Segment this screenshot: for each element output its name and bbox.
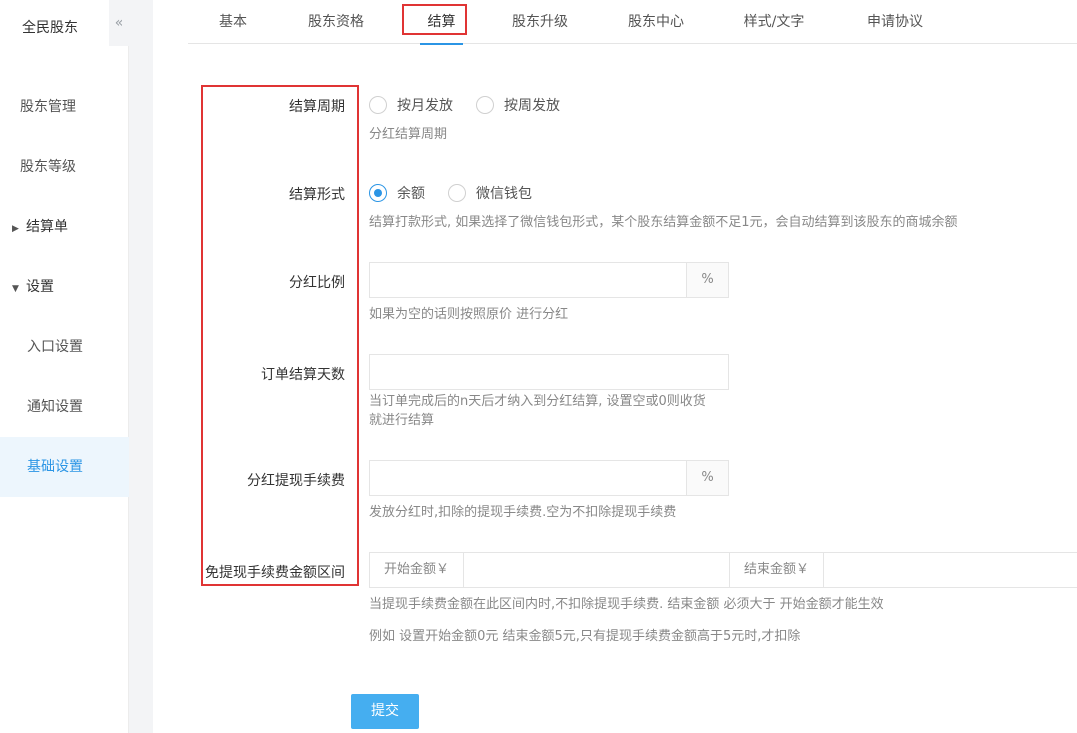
radio-label: 余额 — [397, 186, 425, 202]
radio-circle-icon — [448, 184, 466, 202]
sidebar: 全民股东 « 股东管理 股东等级 ▶ 结算单 ▼ 设置 入口设置 通知设置 基础设置 — [0, 0, 129, 733]
start-amount-addon: 开始金额￥ — [370, 553, 465, 587]
sidebar-item-notification-settings[interactable]: 通知设置 — [0, 377, 129, 437]
collapse-sidebar-icon[interactable]: « — [109, 0, 129, 46]
sidebar-item-label: 结算单 — [26, 219, 68, 235]
radio-label: 微信钱包 — [476, 186, 532, 202]
sidebar-item-label: 通知设置 — [27, 399, 83, 415]
sidebar-item-basic-settings[interactable]: 基础设置 — [0, 437, 129, 497]
settlement-days-help-2: 就进行结算 — [369, 413, 435, 428]
labels-highlight — [201, 85, 359, 586]
fee-free-range-label: 免提现手续费金额区间 — [205, 565, 345, 581]
radio-balance[interactable]: 余额 — [369, 183, 425, 203]
tab-shareholder-upgrade[interactable]: 股东升级 — [510, 0, 570, 44]
withdrawal-fee-label: 分红提现手续费 — [247, 473, 345, 489]
sidebar-item-settlement[interactable]: ▶ 结算单 — [0, 197, 129, 257]
withdrawal-fee-input[interactable]: % — [369, 460, 729, 496]
radio-checked-icon — [369, 184, 387, 202]
radio-label: 按月发放 — [397, 98, 453, 114]
settlement-days-label: 订单结算天数 — [261, 367, 345, 383]
fee-free-range-help-1: 当提现手续费金额在此区间内时,不扣除提现手续费. 结束金额 必须大于 开始金额才… — [369, 597, 884, 612]
submit-button[interactable]: 提交 — [351, 694, 419, 729]
radio-monthly[interactable]: 按月发放 — [369, 95, 453, 115]
dividend-ratio-label: 分红比例 — [289, 275, 345, 291]
caret-down-icon: ▼ — [12, 284, 19, 294]
sidebar-item-label: 设置 — [26, 279, 54, 295]
dividend-ratio-help: 如果为空的话则按照原价 进行分红 — [369, 307, 569, 322]
settlement-cycle-help: 分红结算周期 — [369, 127, 448, 142]
sidebar-item-label: 股东管理 — [20, 99, 76, 115]
percent-addon: % — [686, 263, 728, 297]
active-tab-highlight — [402, 4, 467, 35]
tab-shareholder-qualification[interactable]: 股东资格 — [306, 0, 366, 44]
settlement-days-help-1: 当订单完成后的n天后才纳入到分红结算, 设置空或0则收货 — [369, 394, 706, 409]
radio-label: 按周发放 — [504, 98, 560, 114]
percent-addon: % — [686, 461, 728, 495]
tab-style-text[interactable]: 样式/文字 — [741, 0, 807, 44]
tab-shareholder-center[interactable]: 股东中心 — [626, 0, 686, 44]
dividend-ratio-input[interactable]: % — [369, 262, 729, 298]
caret-right-icon: ▶ — [12, 224, 19, 234]
start-amount-input[interactable] — [469, 553, 729, 587]
fee-free-range-help-2: 例如 设置开始金额0元 结束金额5元,只有提现手续费金额高于5元时,才扣除 — [369, 629, 801, 644]
settlement-method-label: 结算形式 — [289, 187, 345, 203]
settlement-method-help: 结算打款形式, 如果选择了微信钱包形式，某个股东结算金额不足1元，会自动结算到该… — [369, 215, 958, 230]
app-brand: 全民股东 — [22, 20, 78, 36]
sidebar-item-label: 基础设置 — [27, 459, 83, 475]
fee-free-range-group: 开始金额￥ 结束金额￥ — [369, 552, 1077, 588]
tab-application-agreement[interactable]: 申请协议 — [865, 0, 925, 44]
radio-wechat-wallet[interactable]: 微信钱包 — [448, 183, 532, 203]
sidebar-item-shareholder-management[interactable]: 股东管理 — [0, 77, 129, 137]
content-gutter — [129, 0, 153, 733]
withdrawal-fee-help: 发放分红时,扣除的提现手续费.空为不扣除提现手续费 — [369, 505, 677, 520]
sidebar-item-label: 入口设置 — [27, 339, 83, 355]
end-amount-addon: 结束金额￥ — [729, 553, 825, 587]
sidebar-item-settings[interactable]: ▼ 设置 — [0, 257, 129, 317]
settlement-cycle-label: 结算周期 — [289, 99, 345, 115]
tab-basic[interactable]: 基本 — [216, 0, 250, 44]
radio-circle-icon — [476, 96, 494, 114]
sidebar-item-entry-settings[interactable]: 入口设置 — [0, 317, 129, 377]
sidebar-item-label: 股东等级 — [20, 159, 76, 175]
settlement-days-input[interactable] — [369, 354, 729, 390]
settings-tabs: 基本 股东资格 结算 股东升级 股东中心 样式/文字 申请协议 — [188, 0, 1077, 45]
radio-weekly[interactable]: 按周发放 — [476, 95, 560, 115]
sidebar-item-shareholder-level[interactable]: 股东等级 — [0, 137, 129, 197]
radio-circle-icon — [369, 96, 387, 114]
end-amount-input[interactable] — [829, 553, 1077, 587]
